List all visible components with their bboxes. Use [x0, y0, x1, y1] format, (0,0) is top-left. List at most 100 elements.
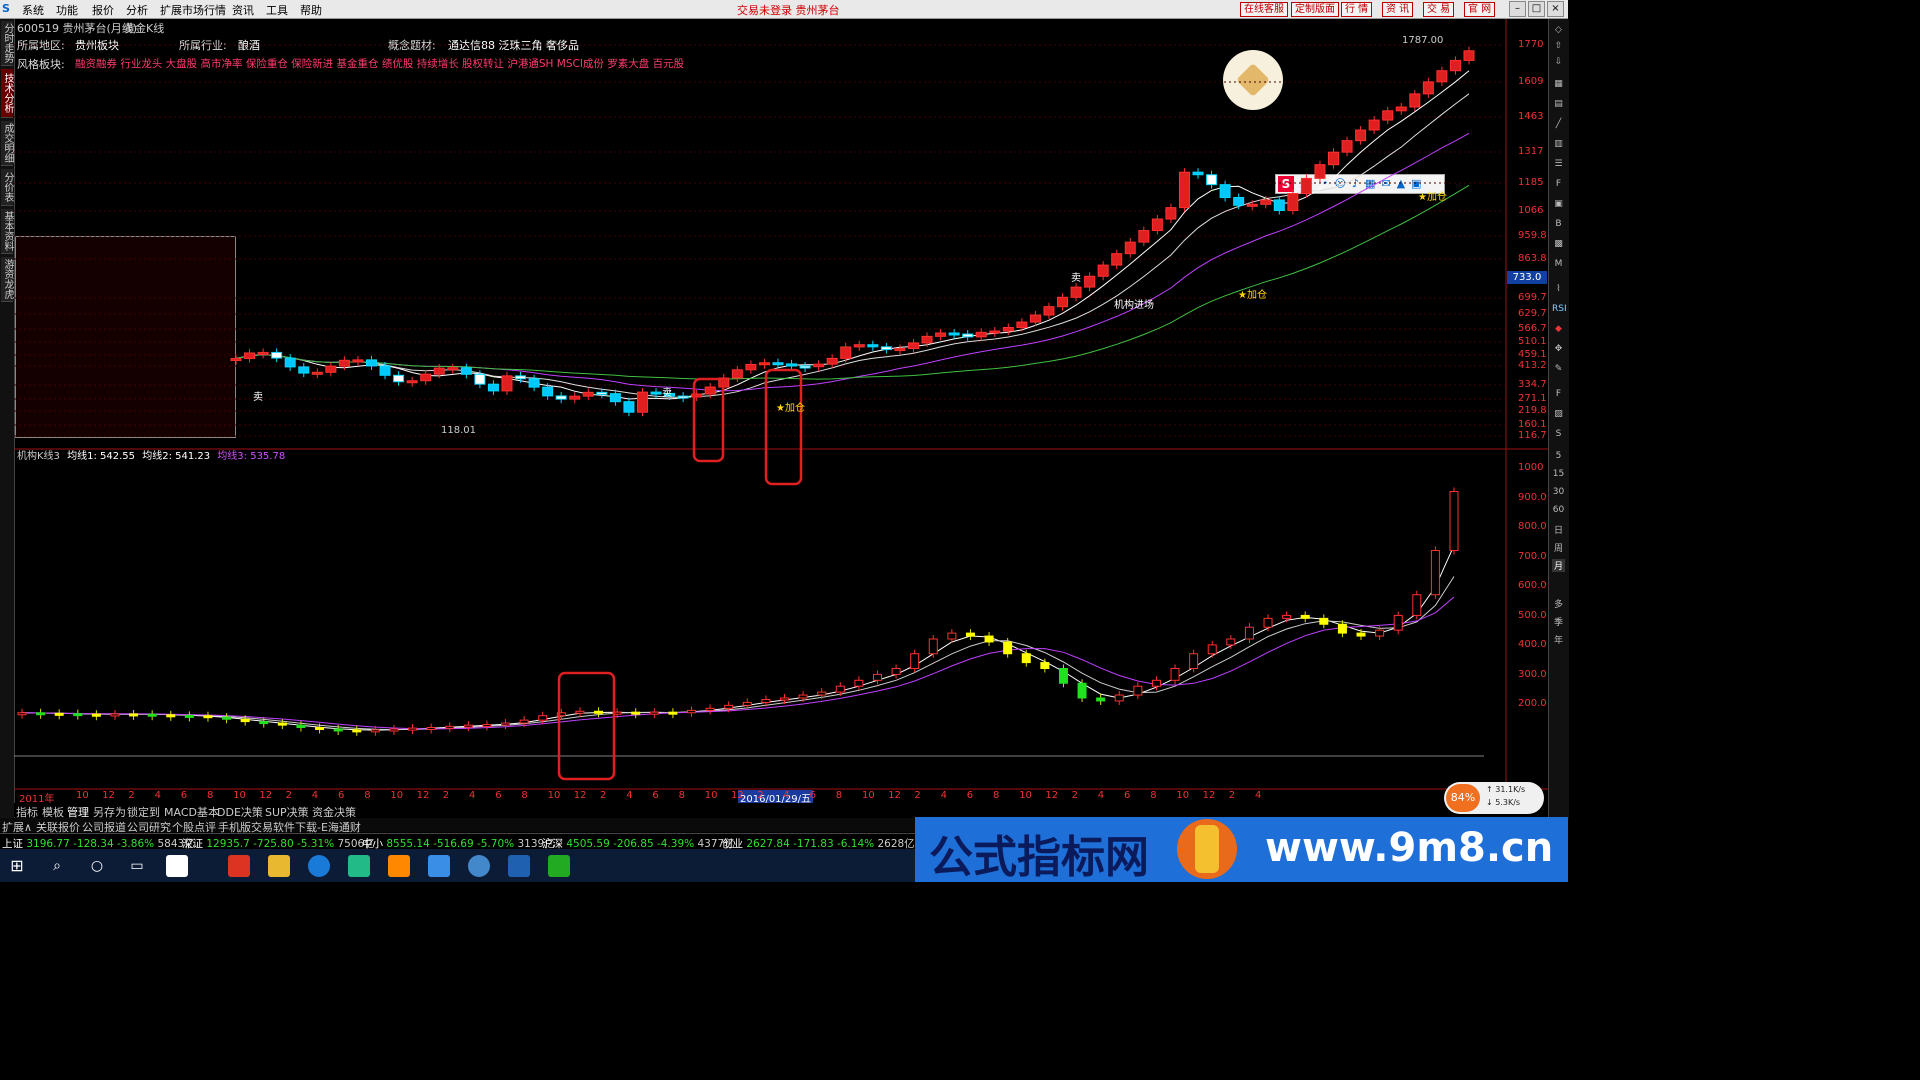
annotation-sell-3: 卖: [662, 387, 672, 399]
sub-candle: [594, 710, 604, 714]
rt-pen-icon[interactable]: ✎: [1552, 364, 1565, 374]
app-icon-player[interactable]: [348, 855, 370, 877]
sub-candle: [668, 711, 678, 715]
speed-widget[interactable]: 84% ↑ 31.1K/s ↓ 5.3K/s: [1444, 782, 1544, 814]
rt-period-60[interactable]: 60: [1552, 505, 1565, 515]
tab-dragon-tiger[interactable]: 游资龙虎: [1, 257, 13, 302]
x-tick: 8: [521, 790, 528, 801]
rt-m-icon[interactable]: M: [1552, 259, 1565, 269]
sub-candle: [1189, 653, 1199, 669]
rt-move-icon[interactable]: ✥: [1552, 344, 1565, 354]
menu-extended-market[interactable]: 扩展市场行情: [160, 2, 226, 18]
rt-period-year[interactable]: 年: [1552, 633, 1565, 646]
main-y-label: 510.1: [1518, 336, 1547, 347]
menu-analysis[interactable]: 分析: [126, 2, 148, 18]
tab-trade-detail[interactable]: 成交明细: [1, 121, 13, 166]
tab-intraday[interactable]: 分时走势: [1, 21, 13, 66]
main-candle: [230, 358, 242, 362]
sub-y-label: 500.0: [1518, 610, 1547, 621]
rt-f2-icon[interactable]: F: [1552, 389, 1565, 399]
rt-period-month[interactable]: 月: [1552, 559, 1565, 572]
rt-period-day[interactable]: 日: [1552, 523, 1565, 536]
stock-app-icon[interactable]: [508, 855, 530, 877]
rt-period-multi[interactable]: 多: [1552, 597, 1565, 610]
sub-candle: [742, 701, 752, 706]
rt-period-quarter[interactable]: 季: [1552, 615, 1565, 628]
rt-up-icon[interactable]: ◇: [1552, 25, 1565, 35]
sub-candle: [91, 713, 101, 717]
rt-rsi-icon[interactable]: RSI: [1552, 304, 1567, 314]
rt-line-icon[interactable]: ╱: [1552, 119, 1565, 129]
rt-list-icon[interactable]: ☰: [1552, 159, 1565, 169]
main-candle: [1300, 177, 1312, 195]
sub-candle: [1003, 641, 1013, 655]
app-icon-1[interactable]: [166, 855, 188, 877]
sub-candle: [110, 713, 120, 717]
wechat-icon[interactable]: [548, 855, 570, 877]
file-explorer-icon[interactable]: [268, 855, 290, 877]
menu-system[interactable]: 系统: [22, 2, 44, 18]
cortana-icon[interactable]: ○: [86, 855, 108, 877]
btn-news[interactable]: 资 讯: [1382, 2, 1414, 17]
main-candle: [1165, 207, 1177, 220]
rt-bar-icon[interactable]: ▥: [1552, 139, 1565, 149]
sub-candle: [1375, 629, 1385, 637]
rt-period-30[interactable]: 30: [1552, 487, 1565, 497]
app-icon-orange[interactable]: [388, 855, 410, 877]
main-candle: [677, 395, 689, 399]
rt-pin-icon[interactable]: ◆: [1552, 324, 1565, 334]
menu-news[interactable]: 资讯: [232, 2, 254, 18]
minimize-icon[interactable]: –: [1509, 1, 1526, 17]
x-tick: 2: [128, 790, 135, 801]
main-candle: [487, 383, 499, 392]
x-tick: 6: [180, 790, 188, 801]
close-icon[interactable]: ×: [1547, 1, 1564, 17]
main-candle: [704, 386, 716, 395]
browser-icon[interactable]: [468, 855, 490, 877]
rt-period-15[interactable]: 15: [1552, 469, 1565, 479]
task-view-icon[interactable]: ▭: [126, 855, 148, 877]
rt-table-icon[interactable]: ▣: [1552, 199, 1565, 209]
app-icon-youdao[interactable]: [228, 855, 250, 877]
btn-trade[interactable]: 交 易: [1423, 2, 1455, 17]
rt-period-5[interactable]: 5: [1552, 451, 1565, 461]
rt-f-icon[interactable]: F: [1552, 179, 1565, 189]
rt-b-icon[interactable]: B: [1552, 219, 1565, 229]
right-toolbar: ◇ ⇧ ⇩ ▦ ▤ ╱ ▥ ☰ F ▣ B ▩ M ⌇ RSI ◆ ✥ ✎ F …: [1548, 19, 1569, 819]
menu-tools[interactable]: 工具: [266, 2, 288, 18]
rt-grid-icon[interactable]: ▤: [1552, 99, 1565, 109]
rt-s-icon[interactable]: S: [1552, 429, 1565, 439]
rt-calc-icon[interactable]: ▩: [1552, 239, 1565, 249]
tab-fundamentals[interactable]: 基本资料: [1, 209, 13, 254]
btn-quote[interactable]: 行 情: [1341, 2, 1373, 17]
sub-candle: [1263, 617, 1273, 628]
btn-custom-layout[interactable]: 定制版面: [1291, 2, 1339, 17]
menu-function[interactable]: 功能: [56, 2, 78, 18]
btn-website[interactable]: 官 网: [1464, 2, 1496, 17]
sub-candle: [333, 728, 343, 732]
search-icon[interactable]: ⌕: [46, 855, 68, 877]
menu-quote[interactable]: 报价: [92, 2, 114, 18]
sub-legend-name[interactable]: 机构K线3: [17, 451, 60, 462]
windows-start-icon[interactable]: ⊞: [6, 855, 28, 877]
rt-trend-icon[interactable]: ⌇: [1552, 284, 1565, 294]
main-candle: [284, 357, 296, 368]
chart-canvas[interactable]: 机构进场 ★加仓 ★加仓 ★加仓 卖 卖 卖 1787.00 118.01: [14, 19, 1548, 804]
tab-price-table[interactable]: 分价表: [1, 169, 13, 206]
rt-arrow-down-icon[interactable]: ⇩: [1552, 57, 1565, 67]
rt-period-week[interactable]: 周: [1552, 541, 1565, 554]
rt-photo-icon[interactable]: ▨: [1552, 409, 1565, 419]
menu-help[interactable]: 帮助: [300, 2, 322, 18]
rt-chart-icon[interactable]: ▦: [1552, 79, 1565, 89]
btn-online-service[interactable]: 在线客服: [1240, 2, 1288, 17]
main-candle: [1111, 253, 1123, 266]
tab-technical[interactable]: 技术分析: [1, 69, 13, 118]
sub-candle: [259, 721, 269, 725]
extension-tab-bar: 扩展∧ 关联报价 公司报道 公司研究 个股点评 手机版交易软件下载-E海通财: [0, 818, 915, 834]
app-icon-feishu[interactable]: [428, 855, 450, 877]
rt-arrow-up-icon[interactable]: ⇧: [1552, 41, 1565, 51]
maximize-icon[interactable]: □: [1528, 1, 1545, 17]
app-icon-s[interactable]: [308, 855, 330, 877]
sub-y-label: 800.0: [1518, 521, 1547, 532]
main-candle: [406, 380, 418, 384]
